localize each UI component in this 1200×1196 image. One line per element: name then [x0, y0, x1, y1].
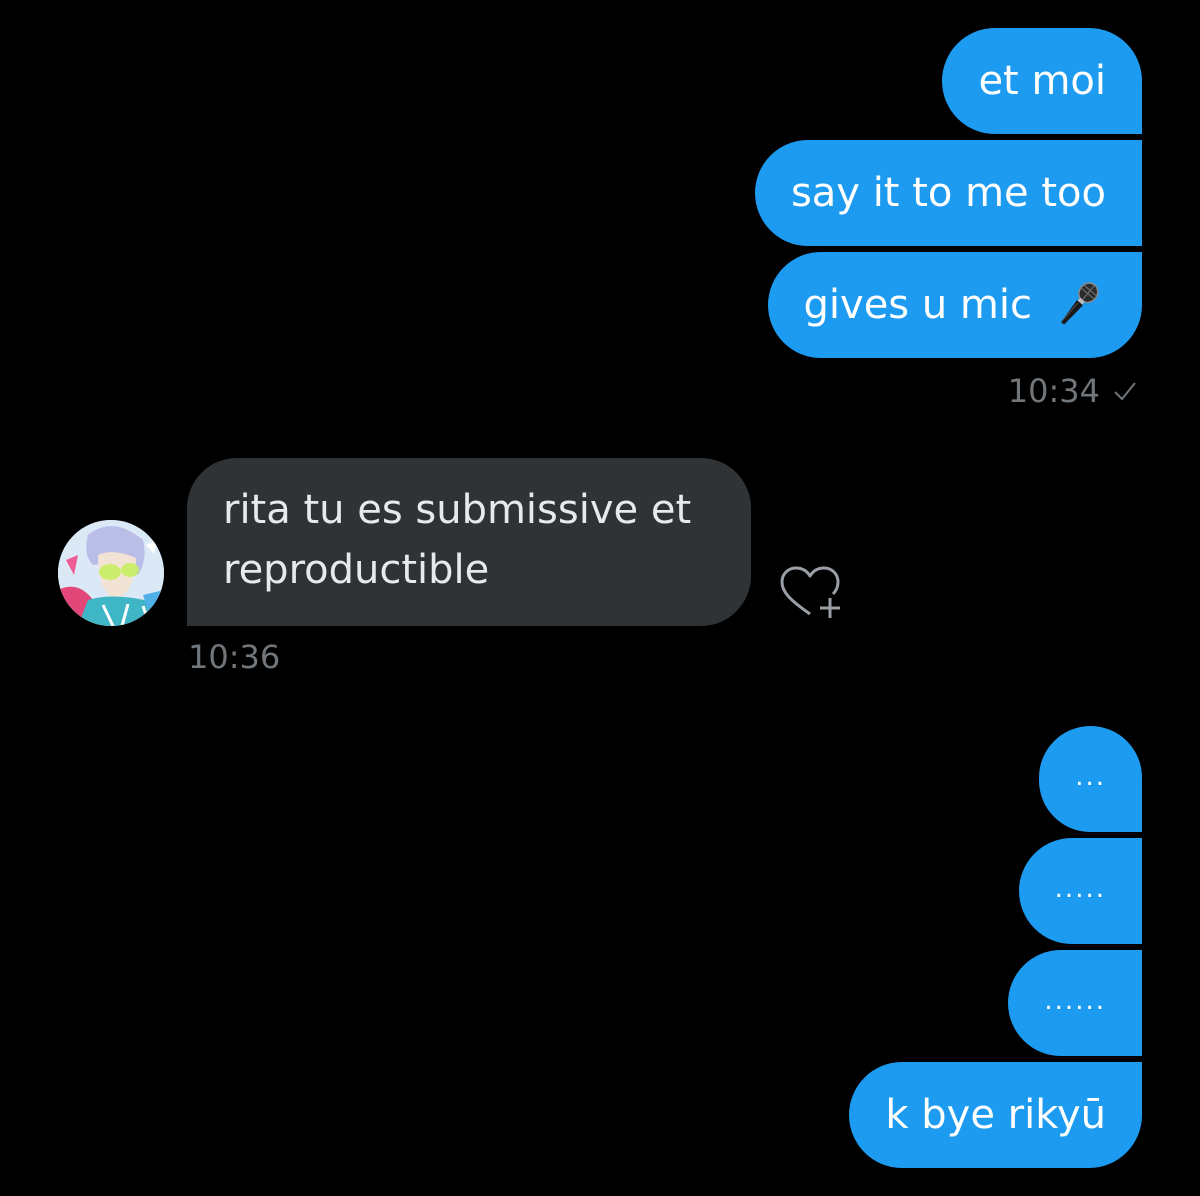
message-bubble-incoming[interactable]: rita tu es submissive et reproductible [187, 458, 751, 626]
microphone-icon [1061, 282, 1099, 325]
timestamp-text: 10:34 [1007, 372, 1100, 410]
avatar-image [58, 520, 164, 626]
message-bubble-outgoing[interactable]: k bye rikyū [849, 1062, 1142, 1168]
message-text: say it to me too [790, 170, 1106, 216]
message-bubble-outgoing[interactable]: say it to me too [754, 140, 1142, 246]
message-text: et moi [978, 58, 1106, 104]
heart-add-icon[interactable] [776, 562, 846, 622]
message-bubble-outgoing[interactable]: ...... [1008, 950, 1142, 1056]
message-text-line: reproductible [223, 547, 490, 593]
message-text-line: rita tu es submissive et [223, 487, 692, 533]
avatar[interactable] [58, 520, 164, 626]
message-bubble-outgoing[interactable]: ... [1039, 726, 1142, 832]
message-text: ... [1075, 762, 1106, 792]
message-bubble-outgoing[interactable]: et moi [942, 28, 1142, 134]
message-timestamp: 10:34 [1008, 372, 1138, 410]
message-text: ...... [1044, 986, 1106, 1016]
message-text: gives u mic [803, 282, 1032, 328]
check-icon [1114, 382, 1136, 401]
message-text: k bye rikyū [885, 1092, 1106, 1138]
message-bubble-outgoing[interactable]: ..... [1018, 838, 1142, 944]
message-bubble-outgoing[interactable]: gives u mic [767, 252, 1142, 358]
message-timestamp: 10:36 [188, 638, 281, 676]
message-text: ..... [1054, 874, 1106, 904]
